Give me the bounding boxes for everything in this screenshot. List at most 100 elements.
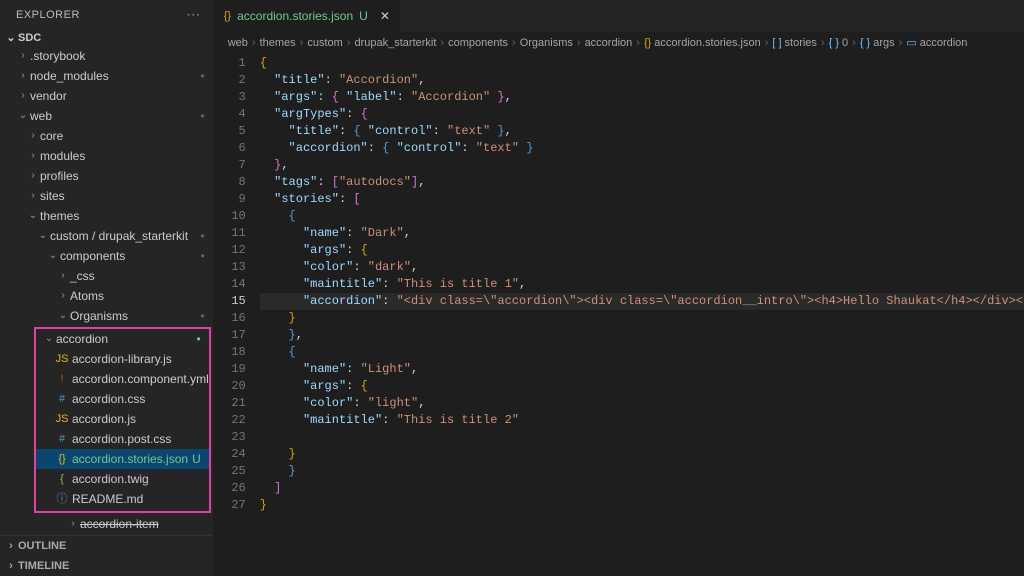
code-line[interactable]: "args": {	[260, 378, 1024, 395]
chevron-right-icon: ›	[26, 187, 40, 205]
code-line[interactable]: "accordion": { "control": "text" }	[260, 140, 1024, 157]
tree-folder[interactable]: ›modules	[0, 146, 213, 166]
chevron-right-icon: ›	[56, 287, 70, 305]
tree-folder[interactable]: ›core	[0, 126, 213, 146]
breadcrumb-item[interactable]: [ ]stories	[772, 37, 817, 49]
code-line[interactable]: "accordion": "<div class=\"accordion\"><…	[260, 293, 1024, 310]
item-label: sites	[40, 187, 65, 205]
tree-folder[interactable]: ›profiles	[0, 166, 213, 186]
tree-file[interactable]: JSaccordion.js	[36, 409, 209, 429]
tree-file[interactable]: #accordion.post.css	[36, 429, 209, 449]
tab-accordion-stories[interactable]: {} accordion.stories.json U ✕	[214, 0, 401, 32]
tree-file[interactable]: #accordion.css	[36, 389, 209, 409]
line-number: 16	[214, 310, 246, 327]
breadcrumb-icon: [ ]	[772, 37, 781, 49]
breadcrumb-label: drupak_starterkit	[354, 37, 436, 49]
tree-file[interactable]: {}accordion.stories.jsonU	[36, 449, 209, 469]
status-badge: •	[201, 227, 205, 245]
breadcrumb-item[interactable]: themes	[260, 37, 296, 49]
code-line[interactable]: ]	[260, 480, 1024, 497]
code-line[interactable]: "color": "light",	[260, 395, 1024, 412]
tree-folder[interactable]: ›accordion-item	[0, 514, 213, 534]
line-number: 12	[214, 242, 246, 259]
breadcrumb-item[interactable]: Organisms	[520, 37, 573, 49]
line-number: 17	[214, 327, 246, 344]
breadcrumb-item[interactable]: accordion	[585, 37, 633, 49]
chevron-right-icon: ›	[56, 267, 70, 285]
code-line[interactable]: {	[260, 55, 1024, 72]
breadcrumb-item[interactable]: web	[228, 37, 248, 49]
tree-folder[interactable]: ›.storybook	[0, 46, 213, 66]
breadcrumb-item[interactable]: {}accordion.stories.json	[644, 37, 761, 49]
item-label: accordion.js	[72, 410, 136, 428]
code-line[interactable]: "title": "Accordion",	[260, 72, 1024, 89]
code-line[interactable]: }	[260, 463, 1024, 480]
line-number: 3	[214, 89, 246, 106]
code-line[interactable]: {	[260, 208, 1024, 225]
tree-folder[interactable]: ›_css	[0, 266, 213, 286]
code-line[interactable]: "args": {	[260, 242, 1024, 259]
line-number: 5	[214, 123, 246, 140]
breadcrumb-item[interactable]: { }0	[829, 37, 849, 49]
breadcrumb-item[interactable]: ▭accordion	[906, 36, 967, 49]
close-icon[interactable]: ✕	[380, 9, 390, 23]
tree-folder[interactable]: ›node_modules•	[0, 66, 213, 86]
tree-folder[interactable]: ⌄themes	[0, 206, 213, 226]
code-line[interactable]: "color": "dark",	[260, 259, 1024, 276]
chevron-down-icon: ⌄	[42, 330, 56, 348]
breadcrumb-item[interactable]: custom	[307, 37, 342, 49]
tree-folder[interactable]: ›Atoms	[0, 286, 213, 306]
tree-folder[interactable]: ›sites	[0, 186, 213, 206]
line-number: 20	[214, 378, 246, 395]
tree-folder[interactable]: ⌄custom / drupak_starterkit•	[0, 226, 213, 246]
breadcrumb-item[interactable]: components	[448, 37, 508, 49]
code-line[interactable]: "name": "Dark",	[260, 225, 1024, 242]
chevron-down-icon: ⌄	[36, 227, 50, 245]
line-gutter: 1234567891011121314151617181920212223242…	[214, 53, 260, 576]
line-number: 23	[214, 429, 246, 446]
code-line[interactable]: "maintitle": "This is title 2"	[260, 412, 1024, 429]
code-line[interactable]: "argTypes": {	[260, 106, 1024, 123]
chevron-right-icon: ›	[440, 37, 444, 49]
code-line[interactable]	[260, 429, 1024, 446]
chevron-right-icon: ›	[4, 540, 18, 552]
code-line[interactable]: }	[260, 446, 1024, 463]
tree-file[interactable]: !accordion.component.yml	[36, 369, 209, 389]
tree-file[interactable]: {accordion.twig	[36, 469, 209, 489]
code-line[interactable]: "tags": ["autodocs"],	[260, 174, 1024, 191]
tree-folder[interactable]: ›vendor	[0, 86, 213, 106]
breadcrumb-item[interactable]: { }args	[860, 37, 895, 49]
tree-file[interactable]: ⓘREADME.md	[36, 489, 209, 509]
status-badge: •	[201, 247, 205, 265]
tree-folder[interactable]: ⌄accordion•	[36, 329, 209, 349]
item-label: README.md	[72, 490, 143, 508]
tree-folder[interactable]: ⌄web•	[0, 106, 213, 126]
tree-file[interactable]: JSaccordion-library.js	[36, 349, 209, 369]
code-line[interactable]: },	[260, 157, 1024, 174]
code-line[interactable]: "args": { "label": "Accordion" },	[260, 89, 1024, 106]
chevron-right-icon: ›	[765, 37, 769, 49]
code-line[interactable]: },	[260, 327, 1024, 344]
explorer-more-icon[interactable]: ⋯	[186, 6, 201, 23]
project-header[interactable]: ⌄ SDC	[0, 29, 213, 46]
code-line[interactable]: {	[260, 344, 1024, 361]
item-label: .storybook	[30, 47, 85, 65]
item-label: accordion.css	[72, 390, 145, 408]
breadcrumb: web›themes›custom›drupak_starterkit›comp…	[214, 32, 1024, 53]
chevron-down-icon: ⌄	[56, 307, 70, 325]
code-line[interactable]: "name": "Light",	[260, 361, 1024, 378]
code-editor[interactable]: 1234567891011121314151617181920212223242…	[214, 53, 1024, 576]
outline-header[interactable]: › OUTLINE	[0, 536, 213, 556]
code-line[interactable]: }	[260, 497, 1024, 514]
tree-folder[interactable]: ⌄components•	[0, 246, 213, 266]
tree-folder[interactable]: ⌄Organisms•	[0, 306, 213, 326]
code-line[interactable]: }	[260, 310, 1024, 327]
tab-status: U	[359, 9, 368, 23]
code-content[interactable]: { "title": "Accordion", "args": { "label…	[260, 53, 1024, 576]
code-line[interactable]: "maintitle": "This is title 1",	[260, 276, 1024, 293]
code-line[interactable]: "stories": [	[260, 191, 1024, 208]
app-root: EXPLORER ⋯ ⌄ SDC ›.storybook›node_module…	[0, 0, 1024, 576]
breadcrumb-item[interactable]: drupak_starterkit	[354, 37, 436, 49]
code-line[interactable]: "title": { "control": "text" },	[260, 123, 1024, 140]
timeline-header[interactable]: › TIMELINE	[0, 556, 213, 576]
